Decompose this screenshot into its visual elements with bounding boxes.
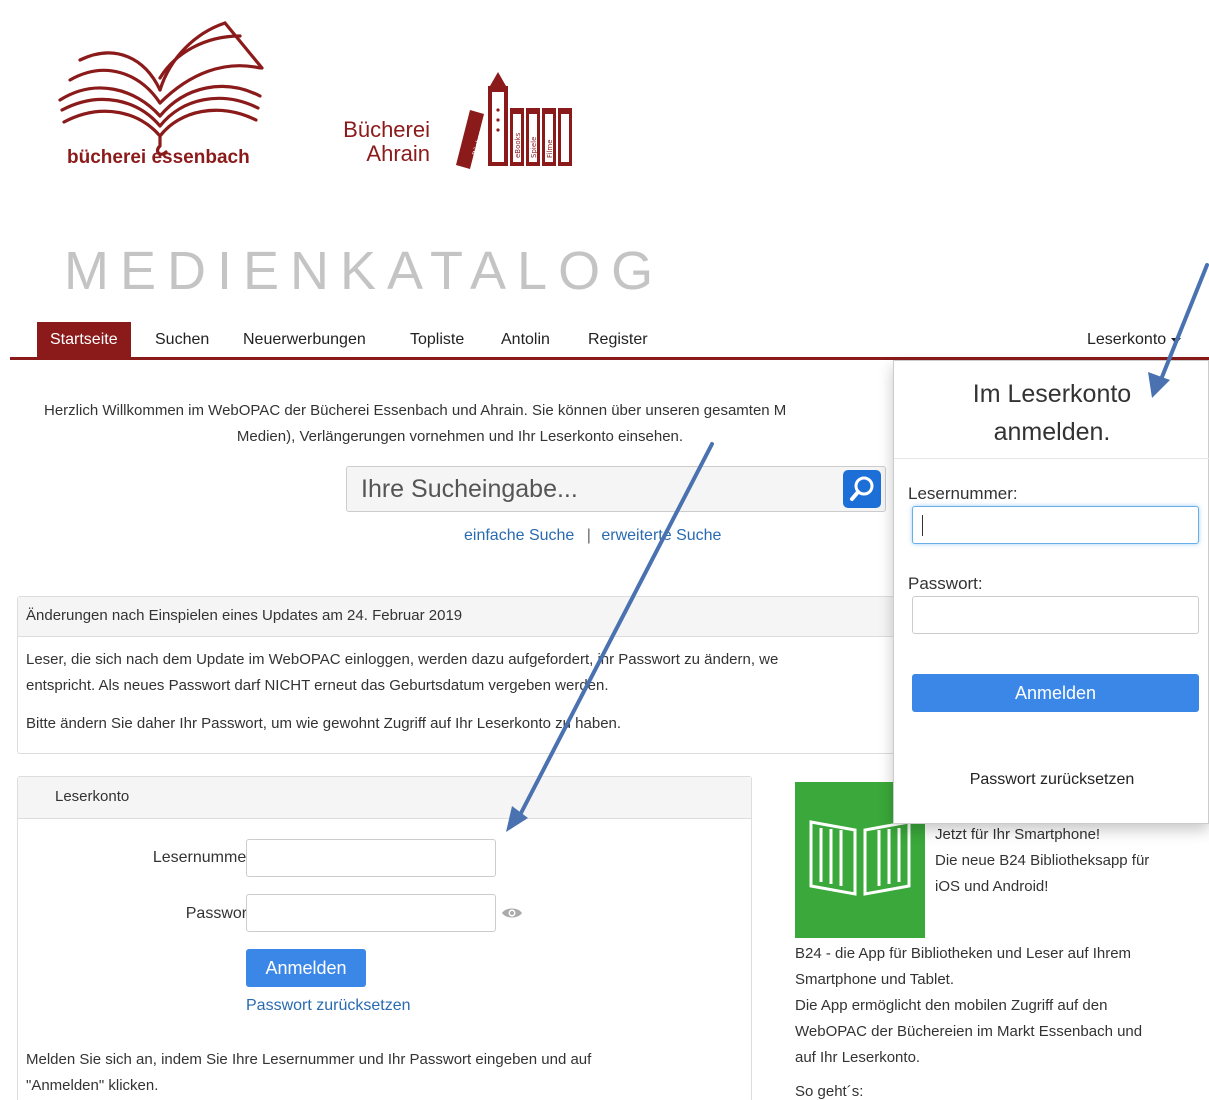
dropdown-reader-number-input[interactable] xyxy=(912,506,1199,544)
dropdown-reader-number-label: Lesernummer: xyxy=(908,484,1018,503)
update-notice-panel: Änderungen nach Einspielen eines Updates… xyxy=(17,596,907,754)
nav-antolin[interactable]: Antolin xyxy=(488,322,563,358)
essenbach-logo-text: bücherei essenbach xyxy=(67,147,250,168)
reset-password-link[interactable]: Passwort zurücksetzen xyxy=(246,997,411,1015)
spine-label-ebooks: eBooks xyxy=(514,132,522,158)
leserkonto-dropdown-menu: Im Leserkonto anmelden. Lesernummer: Pas… xyxy=(893,360,1209,824)
login-panel-heading: Leserkonto xyxy=(18,777,751,819)
welcome-text: Herzlich Willkommen im WebOPAC der Büche… xyxy=(30,398,890,450)
search-icon xyxy=(850,476,874,501)
search-input[interactable] xyxy=(361,473,831,505)
ahrain-logo-text: Bücherei Ahrain xyxy=(343,117,430,166)
dropdown-title: Im Leserkonto anmelden. xyxy=(972,380,1132,446)
search-box xyxy=(346,466,886,512)
dropdown-password-label: Passwort: xyxy=(908,574,983,593)
page-title: MEDIENKATALOG xyxy=(64,241,665,301)
search-button[interactable] xyxy=(843,470,881,508)
welcome-line-2: Medien), Verlängerungen vornehmen und Ih… xyxy=(236,428,684,445)
app-description: B24 - die App für Bibliotheken und Leser… xyxy=(795,945,1143,1100)
spine-label-spiele: Spiele xyxy=(530,137,538,158)
nav-suchen[interactable]: Suchen xyxy=(142,322,222,358)
nav-leserkonto-label: Leserkonto xyxy=(1087,331,1167,348)
ahrain-book-spines-logo: eBooks Spiele Filme Bücher xyxy=(456,72,572,169)
update-notice-line-3: Bitte ändern Sie daher Ihr Passwort, um … xyxy=(26,715,622,732)
login-panel: Leserkonto Lesernummer: Passwort: Anmeld… xyxy=(17,776,752,1100)
search-mode-links: einfache Suche | erweiterte Suche xyxy=(464,527,721,545)
update-notice-body: Leser, die sich nach dem Update im WebOP… xyxy=(26,647,896,749)
dropdown-divider xyxy=(894,458,1209,459)
spine-label-filme: Filme xyxy=(546,139,554,158)
search-link-separator: | xyxy=(586,527,591,544)
reader-number-label: Lesernummer: xyxy=(152,849,256,866)
app-teaser: Jetzt für Ihr Smartphone! Die neue B24 B… xyxy=(935,826,1150,895)
update-notice-line-1: Leser, die sich nach dem Update im WebOP… xyxy=(26,651,779,668)
login-submit-button[interactable]: Anmelden xyxy=(246,949,366,987)
password-input[interactable] xyxy=(246,894,496,932)
reader-number-input[interactable] xyxy=(246,839,496,877)
nav-register[interactable]: Register xyxy=(575,322,661,358)
nav-neuerwerbungen[interactable]: Neuerwerbungen xyxy=(230,322,379,358)
text-cursor xyxy=(922,515,923,536)
nav-startseite[interactable]: Startseite xyxy=(37,322,131,358)
password-label: Passwort: xyxy=(185,905,256,922)
eye-icon[interactable] xyxy=(500,905,524,921)
nav-leserkonto-dropdown[interactable]: Leserkonto xyxy=(1074,322,1192,358)
dropdown-password-input[interactable] xyxy=(912,596,1199,634)
dropdown-login-button[interactable]: Anmelden xyxy=(912,674,1199,712)
nav-topliste[interactable]: Topliste xyxy=(397,322,477,358)
main-navbar: Startseite Suchen Neuerwerbungen Toplist… xyxy=(10,322,1209,360)
update-notice-line-2: entspricht. Als neues Passwort darf NICH… xyxy=(26,677,609,694)
welcome-line-1: Herzlich Willkommen im WebOPAC der Büche… xyxy=(44,402,787,419)
update-notice-heading: Änderungen nach Einspielen eines Updates… xyxy=(18,597,906,637)
advanced-search-link[interactable]: erweiterte Suche xyxy=(601,527,721,544)
simple-search-link[interactable]: einfache Suche xyxy=(464,527,574,544)
caret-down-icon xyxy=(1171,338,1182,344)
login-instructions: Melden Sie sich an, indem Sie Ihre Leser… xyxy=(26,1051,592,1094)
dropdown-reset-password-link[interactable]: Passwort zurücksetzen xyxy=(894,771,1209,789)
